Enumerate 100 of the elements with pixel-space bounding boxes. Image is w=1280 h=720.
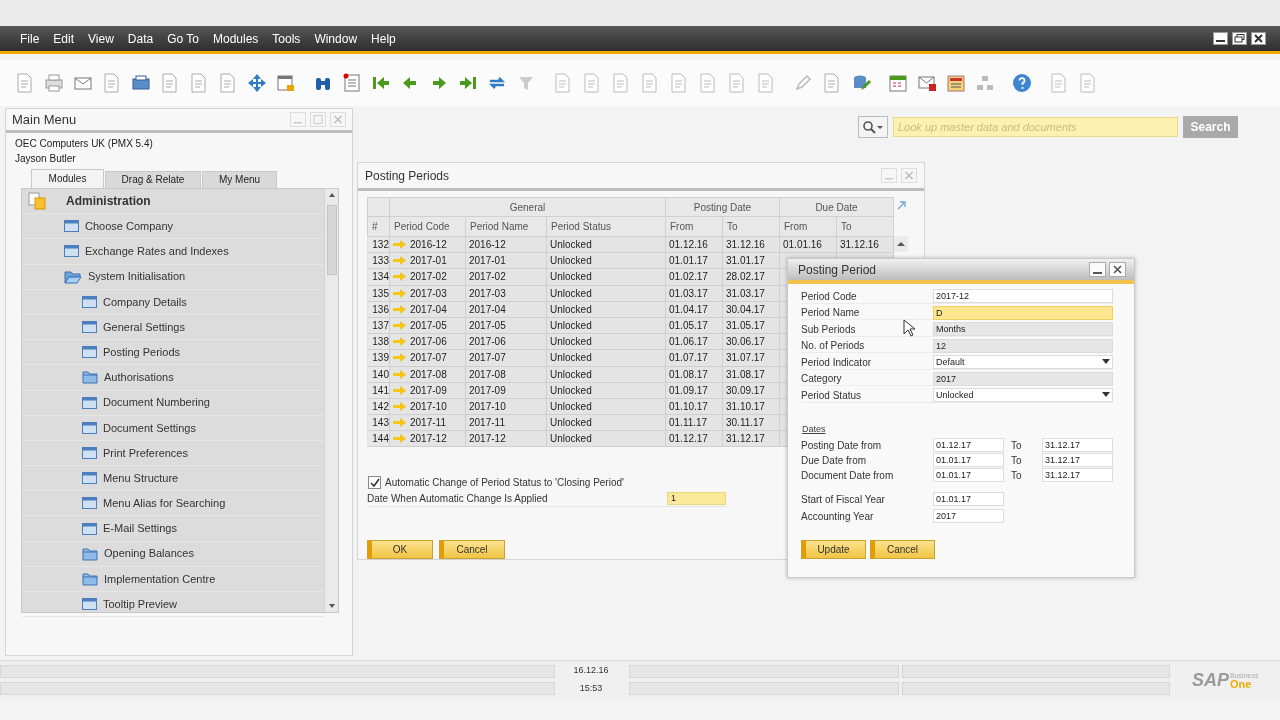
four-arrows-icon[interactable] xyxy=(247,73,267,93)
table-cell-text: 2017-06 xyxy=(410,335,447,349)
close-icon xyxy=(1109,262,1126,277)
input-field[interactable]: 01.01.17 xyxy=(933,453,1004,467)
document-icon[interactable] xyxy=(102,73,122,93)
document-icon[interactable] xyxy=(611,73,631,93)
menu-item[interactable]: Modules xyxy=(207,29,265,48)
checkbox[interactable] xyxy=(368,476,381,490)
input-field[interactable]: 12 xyxy=(933,338,1113,353)
link-arrow-icon xyxy=(393,240,406,250)
field-label: No. of Periods xyxy=(801,339,865,354)
folder-item[interactable]: System Initialisation xyxy=(88,268,186,285)
menu-entry[interactable]: Document Settings xyxy=(103,419,196,437)
search-icon xyxy=(862,120,884,134)
document-icon[interactable] xyxy=(1078,73,1098,93)
mouse-cursor-icon xyxy=(903,319,915,337)
menu-entry[interactable]: Document Numbering xyxy=(103,394,210,411)
window-title: Main Menu xyxy=(12,110,77,129)
document-icon[interactable] xyxy=(189,73,209,93)
scrollbar[interactable] xyxy=(324,189,338,612)
field-label: Sub Periods xyxy=(801,322,856,337)
menu-entry[interactable]: Menu Structure xyxy=(103,469,179,487)
folder-item[interactable]: Implementation Centre xyxy=(104,570,216,588)
input-field[interactable]: 2017 xyxy=(933,509,1004,523)
menu-item[interactable]: File xyxy=(14,29,46,48)
document-icon[interactable] xyxy=(698,73,718,93)
dropdown[interactable]: Unlocked xyxy=(933,388,1113,403)
menu-tab[interactable]: Drag & Relate xyxy=(105,171,201,188)
menu-entry[interactable]: Choose Company xyxy=(85,218,174,235)
input-field[interactable]: 31.12.17 xyxy=(1042,453,1113,467)
menu-entry[interactable]: Company Details xyxy=(103,293,187,311)
menu-item[interactable]: Go To xyxy=(161,29,205,48)
input-field[interactable]: Months xyxy=(933,322,1113,337)
restore-icon xyxy=(1232,32,1247,45)
column-header[interactable]: # xyxy=(367,216,390,237)
calendar-icon[interactable] xyxy=(888,73,908,93)
list-icon[interactable] xyxy=(342,73,362,93)
caret-icon xyxy=(1102,392,1110,399)
module-item[interactable]: Administration xyxy=(66,192,151,211)
input-field[interactable]: 2017-12 xyxy=(933,289,1113,304)
input-field[interactable]: 01.01.17 xyxy=(933,468,1004,482)
help-icon[interactable] xyxy=(1012,73,1032,93)
dialog-button[interactable]: OK xyxy=(367,540,433,560)
pencil-icon[interactable] xyxy=(793,73,813,93)
search-scope-button[interactable] xyxy=(858,116,888,138)
dropdown[interactable]: Default xyxy=(933,355,1113,370)
folder-item[interactable]: Authorisations xyxy=(104,369,174,386)
input-field[interactable]: 1 xyxy=(667,492,726,506)
database-pencil-icon[interactable] xyxy=(851,73,871,93)
field-label: Posting Date from xyxy=(801,438,883,453)
menu-entry[interactable]: Exchange Rates and Indexes xyxy=(85,243,229,260)
link-arrow-icon xyxy=(393,288,406,298)
document-icon[interactable] xyxy=(640,73,660,93)
menu-entry[interactable]: General Settings xyxy=(103,318,185,336)
input-field[interactable]: 31.12.17 xyxy=(1042,438,1113,452)
field-label: To xyxy=(1010,468,1023,483)
menu-tab[interactable]: My Menu xyxy=(202,171,277,188)
input-field[interactable]: 01.12.17 xyxy=(933,438,1004,452)
menu-entry[interactable]: Tooltip Preview xyxy=(103,595,177,613)
menu-item[interactable]: Data xyxy=(121,29,160,48)
window-icon xyxy=(82,522,97,535)
dialog-button[interactable]: Update xyxy=(801,540,866,559)
menu-tab[interactable]: Modules xyxy=(31,169,104,188)
table-cell-text: 2017-11 xyxy=(410,416,446,430)
document-icon[interactable] xyxy=(15,73,35,93)
field-label: Due Date from xyxy=(801,453,868,468)
document-icon[interactable] xyxy=(582,73,602,93)
input-field[interactable]: 2017 xyxy=(933,371,1113,386)
input-field[interactable]: 01.01.17 xyxy=(933,492,1004,506)
dialog-button[interactable]: Cancel xyxy=(439,540,505,560)
menu-entry[interactable]: Menu Alias for Searching xyxy=(103,495,226,512)
window-icon xyxy=(82,497,97,510)
menu-item[interactable]: Tools xyxy=(266,29,307,48)
window-icon xyxy=(64,220,79,233)
window-icon xyxy=(82,472,97,485)
section-heading: Dates xyxy=(802,422,827,436)
table-cell-text: 2016-12 xyxy=(410,238,447,252)
document-icon[interactable] xyxy=(218,73,238,93)
menu-item[interactable]: Window xyxy=(308,29,364,48)
document-icon[interactable] xyxy=(1049,73,1069,93)
document-icon[interactable] xyxy=(727,73,747,93)
field-label: Accounting Year xyxy=(801,509,875,524)
input-field[interactable]: D xyxy=(933,305,1113,320)
document-icon[interactable] xyxy=(160,73,180,93)
scroll-thumb[interactable] xyxy=(326,205,337,275)
dialog-button[interactable]: Cancel xyxy=(870,540,935,559)
menu-entry[interactable]: Print Preferences xyxy=(103,444,188,462)
scrollbar[interactable] xyxy=(894,236,908,252)
menu-item[interactable]: Help xyxy=(365,29,402,48)
menu-item[interactable]: View xyxy=(82,29,120,48)
input-field[interactable]: 31.12.17 xyxy=(1042,468,1113,482)
menu-entry[interactable]: E-Mail Settings xyxy=(103,520,177,537)
folder-item[interactable]: Opening Balances xyxy=(104,545,194,562)
document-icon[interactable] xyxy=(822,73,842,93)
menu-entry[interactable]: Posting Periods xyxy=(103,343,181,361)
hierarchy-icon[interactable] xyxy=(975,73,995,93)
document-icon[interactable] xyxy=(756,73,776,93)
menu-item[interactable]: Edit xyxy=(47,29,81,48)
envelope-icon[interactable] xyxy=(917,73,937,93)
document-icon[interactable] xyxy=(669,73,689,93)
